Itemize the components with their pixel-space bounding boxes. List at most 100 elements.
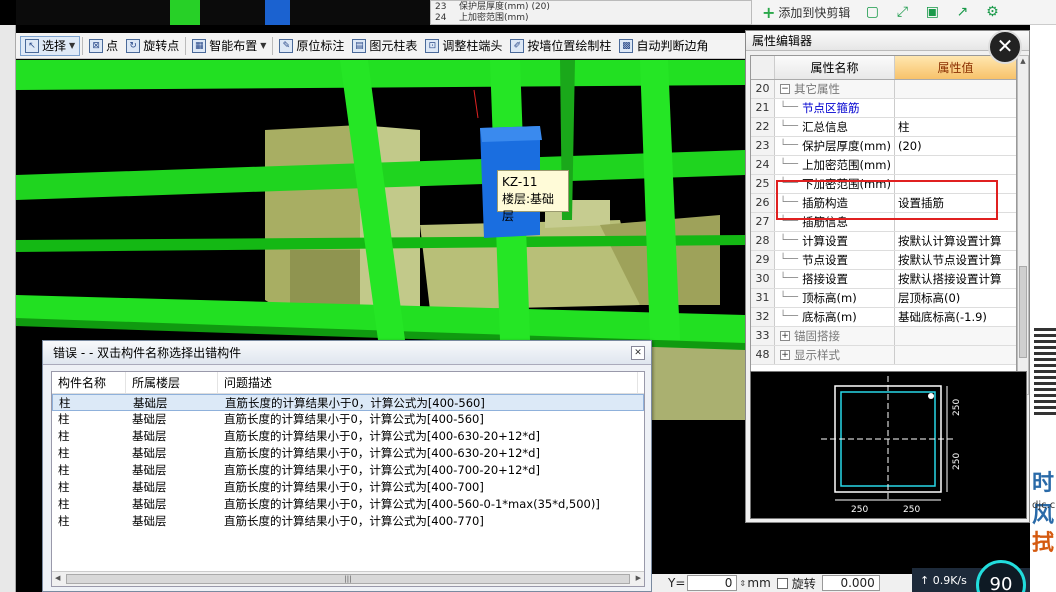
property-name-text: 保护层厚度(mm) [802, 139, 891, 153]
error-row[interactable]: 柱基础层 直筋长度的计算结果小于0，计算公式为[400-700] [52, 479, 644, 496]
property-value[interactable]: 按默认节点设置计算 [895, 251, 1016, 269]
property-row[interactable]: 48 + 显示样式 [751, 346, 1016, 365]
error-component-name[interactable]: 柱 [52, 496, 126, 513]
header-component-name[interactable]: 构件名称 [52, 372, 126, 393]
spinner-icon[interactable]: ⇕ [739, 579, 747, 588]
property-value[interactable]: (20) [895, 137, 1016, 155]
property-value[interactable]: 层顶标高(0) [895, 289, 1016, 307]
error-row[interactable]: 柱基础层 直筋长度的计算结果小于0，计算公式为[400-770] [52, 513, 644, 530]
property-scrollbar[interactable]: ▲ ▼ [1017, 55, 1029, 395]
qr-code-icon [1034, 325, 1056, 415]
property-name: └── 汇总信息 [775, 118, 895, 136]
property-name: └── 搭接设置 [775, 270, 895, 288]
error-component-name[interactable]: 柱 [53, 395, 127, 410]
save-icon[interactable]: ▣ [920, 2, 944, 22]
beam [170, 0, 200, 25]
rotate-checkbox[interactable] [776, 577, 788, 589]
cursor-icon: ↖ [25, 38, 39, 53]
property-row-number: 31 [751, 289, 775, 307]
scroll-thumb[interactable]: ||| [66, 574, 630, 584]
header-floor[interactable]: 所属楼层 [126, 372, 218, 393]
add-to-clipboard-button[interactable]: + 添加到快剪辑 [758, 2, 854, 22]
origin-label-button[interactable]: ✎ 原位标注 [275, 35, 348, 57]
property-row[interactable]: 20− 其它属性 [751, 80, 1016, 99]
rotate-input[interactable]: 0.000 [821, 575, 880, 591]
row-number: 24 [435, 13, 447, 23]
corner-bar [928, 393, 934, 399]
header-property-name: 属性名称 [775, 56, 895, 79]
gear-icon[interactable]: ⚙ [980, 2, 1004, 22]
status-bar: Y= 0 ⇕ mm 旋转 0.000 [652, 574, 912, 592]
error-component-name[interactable]: 柱 [52, 479, 126, 496]
property-row[interactable]: 22 └── 汇总信息柱 [751, 118, 1016, 137]
rotate-icon: ↻ [126, 38, 141, 53]
auto-corner-button[interactable]: ▩ 自动判断边角 [615, 35, 712, 57]
draw-by-wall-label: 按墙位置绘制柱 [527, 39, 612, 53]
draw-by-wall-button[interactable]: ✐ 按墙位置绘制柱 [506, 35, 615, 57]
error-description: 直筋长度的计算结果小于0，计算公式为[400-560] [224, 412, 484, 426]
property-value[interactable] [895, 99, 1016, 117]
expand-icon[interactable]: + [780, 350, 790, 360]
select-button[interactable]: ↖ 选择 ▼ [20, 35, 81, 56]
property-name-text: 顶标高(m) [802, 291, 857, 305]
expand-icon[interactable]: + [780, 331, 790, 341]
property-value[interactable] [895, 80, 1016, 98]
error-floor: 基础层 [132, 463, 167, 477]
chevron-down-icon[interactable]: ▼ [69, 41, 75, 50]
share-icon[interactable]: ↗ [950, 2, 974, 22]
chevron-down-icon[interactable]: ▼ [260, 41, 266, 50]
property-row[interactable]: 33 + 锚固搭接 [751, 327, 1016, 346]
error-row[interactable]: 柱基础层 直筋长度的计算结果小于0，计算公式为[400-560-0-1*max(3… [52, 496, 644, 513]
property-row-number: 24 [751, 156, 775, 174]
error-list-hscrollbar[interactable]: ◀ ||| ▶ [52, 571, 644, 586]
property-row[interactable]: 28 └── 计算设置 按默认计算设置计算 [751, 232, 1016, 251]
point-button[interactable]: ⊠ 点 [85, 35, 122, 57]
property-row-number: 26 [751, 194, 775, 212]
network-speed-value: 0.9K/s [932, 573, 967, 587]
error-row[interactable]: 柱基础层 直筋长度的计算结果小于0，计算公式为[400-630-20+12*d] [52, 445, 644, 462]
property-row[interactable]: 31 └── 顶标高(m) 层顶标高(0) [751, 289, 1016, 308]
rotate-point-button[interactable]: ↻ 旋转点 [122, 35, 183, 57]
error-component-name[interactable]: 柱 [52, 445, 126, 462]
error-component-name[interactable]: 柱 [52, 513, 126, 530]
collapse-icon[interactable]: − [780, 84, 790, 94]
smart-layout-button[interactable]: ▦ 智能布置 ▼ [188, 35, 270, 57]
rotate-label: 旋转 [791, 576, 816, 591]
error-row[interactable]: 柱基础层 直筋长度的计算结果小于0，计算公式为[400-560] [52, 394, 644, 411]
fullscreen-icon[interactable]: ⤢ [890, 2, 914, 22]
scroll-right-icon[interactable]: ▶ [636, 574, 641, 582]
property-value[interactable]: 按默认搭接设置计算 [895, 270, 1016, 288]
scroll-up-icon[interactable]: ▲ [1019, 57, 1027, 65]
property-row[interactable]: 32 └── 底标高(m) 基础底标高(-1.9) [751, 308, 1016, 327]
property-value[interactable] [895, 156, 1016, 174]
tree-branch-icon: └── [780, 235, 799, 246]
error-component-name[interactable]: 柱 [52, 411, 126, 428]
error-row[interactable]: 柱基础层 直筋长度的计算结果小于0，计算公式为[400-630-20+12*d] [52, 428, 644, 445]
scroll-thumb[interactable] [1019, 266, 1027, 358]
property-value[interactable] [895, 346, 1016, 364]
element-column-table-button[interactable]: ▤ 图元柱表 [348, 35, 421, 57]
property-row[interactable]: 23 └── 保护层厚度(mm) (20) [751, 137, 1016, 156]
header-description[interactable]: 问题描述 [218, 372, 638, 393]
error-component-name[interactable]: 柱 [52, 428, 126, 445]
scroll-left-icon[interactable]: ◀ [55, 574, 60, 582]
error-row[interactable]: 柱基础层 直筋长度的计算结果小于0，计算公式为[400-560] [52, 411, 644, 428]
property-value[interactable]: 按默认计算设置计算 [895, 232, 1016, 250]
property-name-text: 其它属性 [794, 82, 840, 96]
error-row[interactable]: 柱基础层 直筋长度的计算结果小于0，计算公式为[400-700-20+12*d] [52, 462, 644, 479]
y-input[interactable]: 0 [687, 575, 738, 591]
error-component-name[interactable]: 柱 [52, 462, 126, 479]
property-value[interactable] [895, 327, 1016, 345]
close-icon[interactable]: ✕ [631, 346, 645, 360]
column-section-drawing: 250 250 250 250 [821, 376, 962, 515]
property-row[interactable]: 30 └── 搭接设置 按默认搭接设置计算 [751, 270, 1016, 289]
property-row[interactable]: 21 └── 节点区箍筋 [751, 99, 1016, 118]
property-row[interactable]: 29 └── 节点设置 按默认节点设置计算 [751, 251, 1016, 270]
close-icon[interactable]: ✕ [988, 30, 1022, 64]
adjust-column-end-button[interactable]: ⊡ 调整柱端头 [421, 35, 506, 57]
property-name: └── 顶标高(m) [775, 289, 895, 307]
copy-icon[interactable]: ▢ [860, 2, 884, 22]
property-value[interactable]: 基础底标高(-1.9) [895, 308, 1016, 326]
property-row[interactable]: 24 └── 上加密范围(mm) [751, 156, 1016, 175]
property-value[interactable]: 柱 [895, 118, 1016, 136]
